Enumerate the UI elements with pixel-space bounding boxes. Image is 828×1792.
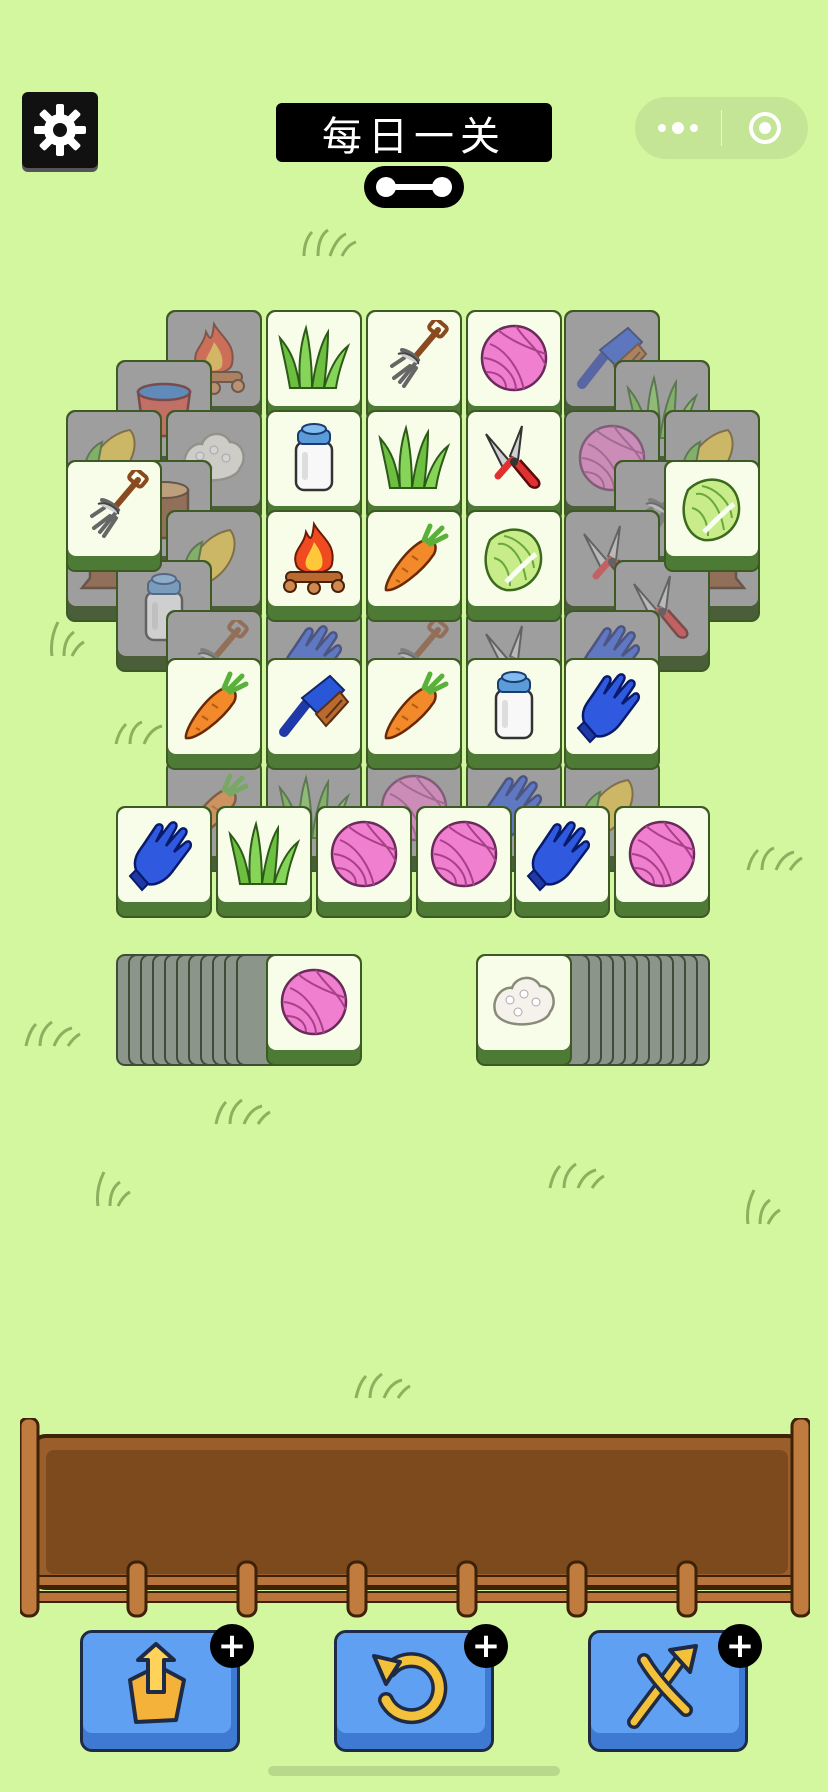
rice-icon [486, 964, 562, 1040]
tile-yarn[interactable] [614, 806, 710, 918]
mini-program-capsule [635, 97, 808, 159]
move-out-button[interactable]: + [80, 1624, 254, 1752]
grass-decoration [354, 1372, 411, 1399]
tile-yarn[interactable] [466, 310, 562, 422]
tile-pitchfork[interactable] [366, 310, 462, 422]
tile-glove[interactable] [116, 806, 212, 918]
grass-decoration [302, 228, 357, 257]
glove-icon [574, 668, 650, 744]
tile-shears[interactable] [466, 410, 562, 522]
campfire-icon [276, 520, 352, 596]
add-shuffle-button[interactable]: + [718, 1624, 762, 1668]
brush-icon [276, 668, 352, 744]
level-title: 每日一关 [276, 103, 552, 162]
grass-decoration [214, 1098, 271, 1125]
yarn-icon [326, 816, 402, 892]
tile-milk[interactable] [466, 658, 562, 770]
tile-campfire[interactable] [266, 510, 362, 622]
glove-icon [126, 816, 202, 892]
tile-carrot[interactable] [166, 658, 262, 770]
close-button[interactable] [722, 97, 808, 159]
progress-indicator [364, 166, 464, 208]
tile-grass[interactable] [366, 410, 462, 522]
glove-icon [524, 816, 600, 892]
target-circle-icon [749, 112, 781, 144]
undo-button[interactable]: + [334, 1624, 508, 1752]
shuffle-button[interactable]: + [588, 1624, 762, 1752]
grass-icon [226, 816, 302, 892]
add-undo-button[interactable]: + [464, 1624, 508, 1668]
pitchfork-icon [376, 320, 452, 396]
grass-decoration [548, 1162, 605, 1189]
settings-button[interactable] [22, 92, 98, 168]
shears-icon [476, 420, 552, 496]
cabbage-icon [674, 470, 750, 546]
grass-decoration [24, 1020, 81, 1047]
home-indicator [268, 1766, 560, 1776]
more-dots-icon [658, 122, 698, 134]
tile-carrot[interactable] [366, 510, 462, 622]
tile-carrot[interactable] [366, 658, 462, 770]
collection-tray [18, 1416, 812, 1618]
left-stack-top-tile[interactable] [266, 954, 362, 1066]
tile-cabbage[interactable] [466, 510, 562, 622]
milk-bottle-icon [476, 668, 552, 744]
tile-grass[interactable] [266, 310, 362, 422]
gear-icon [34, 104, 86, 156]
right-stack-top-tile[interactable] [476, 954, 572, 1066]
bone-progress-icon [376, 177, 452, 197]
yarn-icon [276, 964, 352, 1040]
more-button[interactable] [635, 97, 721, 159]
carrot-icon [376, 668, 452, 744]
tile-yarn[interactable] [416, 806, 512, 918]
tile-glove[interactable] [564, 658, 660, 770]
grass-decoration [50, 621, 85, 657]
milk-bottle-icon [276, 420, 352, 496]
carrot-icon [176, 668, 252, 744]
grass-decoration [746, 846, 803, 871]
cabbage-icon [476, 520, 552, 596]
pitchfork-icon [76, 470, 152, 546]
fence-tray-graphic [18, 1416, 812, 1618]
tile-pitchfork[interactable] [66, 460, 162, 572]
tile-yarn[interactable] [316, 806, 412, 918]
grass-decoration [114, 720, 163, 745]
grass-decoration [746, 1189, 781, 1225]
tile-milk[interactable] [266, 410, 362, 522]
tile-glove[interactable] [514, 806, 610, 918]
grass-icon [276, 320, 352, 396]
yarn-icon [426, 816, 502, 892]
yarn-icon [624, 816, 700, 892]
shuffle-icon [627, 1644, 698, 1729]
add-move-out-button[interactable]: + [210, 1624, 254, 1668]
carrot-icon [376, 520, 452, 596]
tile-grass[interactable] [216, 806, 312, 918]
yarn-icon [476, 320, 552, 396]
tile-cabbage[interactable] [664, 460, 760, 572]
grass-icon [376, 420, 452, 496]
tile-brush[interactable] [266, 658, 362, 770]
pop-out-icon [128, 1642, 186, 1724]
undo-icon [372, 1652, 448, 1725]
grass-decoration [96, 1171, 131, 1207]
